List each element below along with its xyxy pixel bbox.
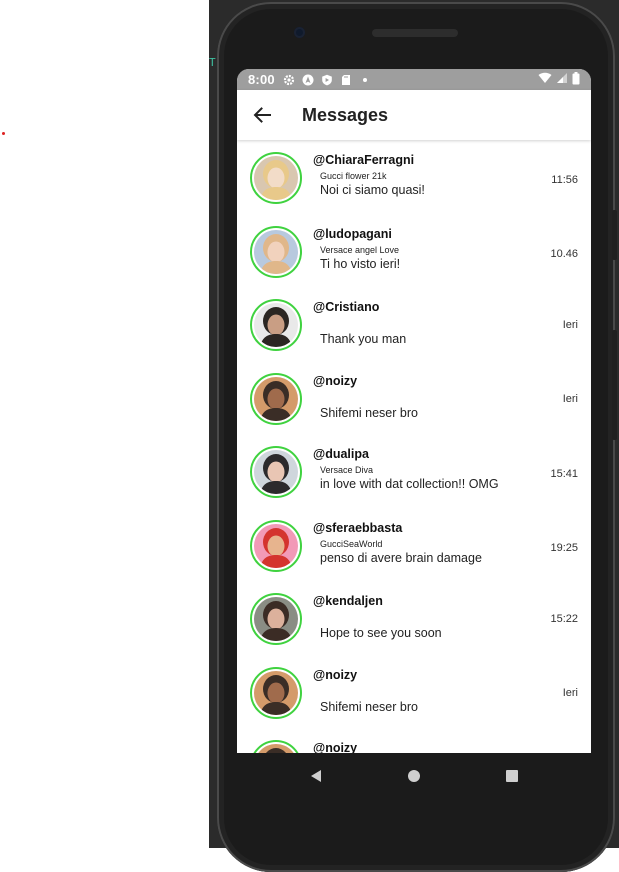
message-timestamp: 15:41 [550,468,578,480]
conversation-row[interactable]: @kendaljen Hope to see you soon 15:22 [237,581,591,655]
ide-marker [2,132,5,135]
contact-subtitle: Versace angel Love [320,244,400,255]
message-preview: Hope to see you soon [320,626,442,640]
message-timestamp: Ieri [562,319,578,331]
contact-handle: @Cristiano [313,300,380,314]
nav-icon [302,74,314,86]
contact-handle: @noizy [313,667,358,682]
conversation-row[interactable]: @Cristiano Thank you man Ieri [237,287,591,361]
avatar[interactable] [250,225,302,278]
status-bar: 8:00 [237,69,591,90]
avatar-photo [254,303,298,347]
contact-handle: @ludopagani [313,226,392,241]
recents-square-icon [506,769,518,782]
ide-text-fragment: T [209,56,216,69]
nav-back-button[interactable] [267,753,365,798]
avatar[interactable] [250,152,302,204]
app-bar: Messages [237,90,591,140]
back-button[interactable] [237,90,287,140]
message-timestamp: 15:22 [550,613,578,625]
wifi-icon [538,72,552,87]
avatar-photo [254,450,298,494]
conversation-row[interactable]: @sferaebbasta GucciSeaWorld penso di avere… [237,508,591,582]
sd-card-icon [340,74,352,86]
power-button [612,330,617,440]
contact-subtitle: Gucci flower 21k [320,171,387,181]
message-preview: Noi ci siamo quasi! [320,183,425,197]
avatar[interactable] [250,299,302,351]
contact-handle: @noizy [313,373,358,388]
message-timestamp: Ieri [562,392,578,405]
message-timestamp: Ieri [562,686,578,699]
message-preview: Ti ho visto ieri! [320,256,401,271]
contact-subtitle: GucciSeaWorld [320,538,383,549]
conversation-list: @ChiaraFerragni Gucci flower 21k Noi ci si… [237,140,591,753]
message-preview: penso di avere brain damage [320,550,482,565]
avatar[interactable] [250,519,302,572]
avatar-photo [254,229,298,274]
front-camera [294,27,305,38]
message-preview: in love with dat collection!! OMG [320,477,499,491]
nav-recents-button[interactable] [463,753,561,798]
conversation-row[interactable]: @ChiaraFerragni Gucci flower 21k Noi ci si… [237,140,591,214]
signal-icon [556,72,568,87]
dot-icon [359,74,371,86]
volume-button [612,210,617,260]
home-circle-icon [408,769,420,782]
contact-subtitle: Versace Diva [320,465,374,475]
nav-home-button[interactable] [365,753,463,798]
avatar-photo [254,376,298,421]
message-preview: Shifemi neser bro [320,405,418,420]
battery-icon [572,71,580,88]
conversation-row[interactable]: @noizy Shifemi neser bro Ieri [237,655,591,729]
contact-handle: @dualipa [313,447,369,461]
contact-handle: @kendaljen [313,594,383,608]
conversation-row[interactable]: @noizy [237,728,591,753]
earpiece-speaker [372,29,458,37]
app-screen: 8:00 Messages @ChiaraFerragni Gucci flow… [237,69,591,753]
shield-icon [321,74,333,86]
message-timestamp: 10.46 [550,247,578,260]
status-time: 8:00 [248,72,275,87]
arrow-left-icon [253,107,271,123]
conversation-row[interactable]: @dualipa Versace Diva in love with dat col… [237,434,591,508]
contact-handle: @noizy [313,741,358,753]
conversation-row[interactable]: @noizy Shifemi neser bro Ieri [237,361,591,435]
avatar-photo [254,670,298,715]
page-title: Messages [302,104,389,125]
settings-icon [283,74,295,86]
avatar[interactable] [250,666,302,719]
contact-handle: @ChiaraFerragni [313,153,415,167]
android-nav-bar [237,753,591,798]
message-preview: Thank you man [320,332,407,346]
avatar-photo [254,744,298,753]
message-timestamp: 19:25 [550,541,578,554]
message-preview: Shifemi neser bro [320,699,418,714]
avatar-photo [254,156,298,200]
avatar[interactable] [250,740,302,753]
contact-handle: @sferaebbasta [313,520,403,535]
conversation-row[interactable]: @ludopagani Versace angel Love Ti ho visto… [237,214,591,288]
avatar[interactable] [250,593,302,645]
message-timestamp: 11:56 [551,174,578,186]
avatar[interactable] [250,372,302,425]
avatar-photo [254,597,298,641]
back-triangle-icon [311,769,321,782]
avatar[interactable] [250,446,302,498]
avatar-photo [254,523,298,568]
